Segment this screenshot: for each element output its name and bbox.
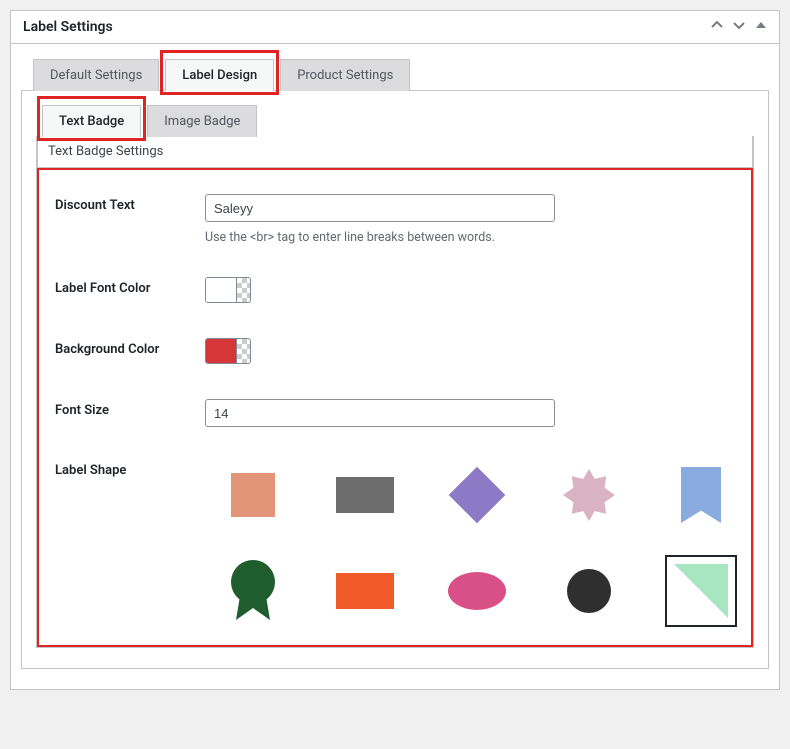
panel-controls <box>711 19 767 35</box>
settings-area: Discount Text Use the <br> tag to enter … <box>37 168 753 647</box>
panel-title: Label Settings <box>23 19 113 35</box>
tab-product-settings[interactable]: Product Settings <box>280 59 410 91</box>
discount-text-helper: Use the <br> tag to enter line breaks be… <box>205 230 735 245</box>
panel-body: Default Settings Label Design Product Se… <box>11 44 779 689</box>
section-title: Text Badge Settings <box>37 136 753 168</box>
background-color-swatch <box>206 339 236 363</box>
shape-circle[interactable] <box>559 561 619 621</box>
font-size-label: Font Size <box>55 399 205 418</box>
label-shape-label: Label Shape <box>55 459 205 478</box>
shape-grid <box>205 459 735 621</box>
row-label-shape: Label Shape <box>55 453 735 621</box>
label-font-color-label: Label Font Color <box>55 277 205 296</box>
discount-text-input[interactable] <box>205 194 555 222</box>
subtab-image-badge[interactable]: Image Badge <box>147 105 257 137</box>
alpha-icon <box>236 278 250 302</box>
sub-tab-row: Text Badge Image Badge <box>42 105 754 137</box>
shape-award-seal[interactable] <box>223 561 283 621</box>
top-tab-row: Default Settings Label Design Product Se… <box>33 59 769 91</box>
row-label-font-color: Label Font Color <box>55 271 735 306</box>
row-discount-text: Discount Text Use the <br> tag to enter … <box>55 188 735 245</box>
label-discount-text: Discount Text <box>55 194 205 213</box>
background-color-label: Background Color <box>55 338 205 357</box>
shape-starburst[interactable] <box>559 465 619 525</box>
shape-rectangle-2[interactable] <box>335 561 395 621</box>
shape-bookmark[interactable] <box>671 465 731 525</box>
shape-diamond[interactable] <box>447 465 507 525</box>
text-badge-frame: Text Badge Settings Discount Text Use th… <box>36 136 754 648</box>
panel-header: Label Settings <box>11 11 779 44</box>
shape-rectangle[interactable] <box>335 465 395 525</box>
label-settings-panel: Label Settings Default Settings Label De… <box>10 10 780 690</box>
subtab-text-badge[interactable]: Text Badge <box>42 105 141 137</box>
row-background-color: Background Color <box>55 332 735 367</box>
background-color-picker[interactable] <box>205 338 251 364</box>
tab-default-settings[interactable]: Default Settings <box>33 59 159 91</box>
shape-ellipse[interactable] <box>447 561 507 621</box>
font-color-swatch <box>206 278 236 302</box>
expand-down-icon[interactable] <box>733 19 745 35</box>
font-size-input[interactable] <box>205 399 555 427</box>
font-color-picker[interactable] <box>205 277 251 303</box>
subtab-text-badge-label: Text Badge <box>59 114 124 129</box>
collapse-up-icon[interactable] <box>711 19 723 35</box>
tab-label-design[interactable]: Label Design <box>165 59 274 91</box>
toggle-icon[interactable] <box>755 19 767 35</box>
tab-label-design-label: Label Design <box>182 68 257 83</box>
shape-square[interactable] <box>223 465 283 525</box>
shape-triangle[interactable] <box>671 561 731 621</box>
label-design-frame: Text Badge Image Badge Text Badge Settin… <box>21 90 769 669</box>
row-font-size: Font Size <box>55 393 735 427</box>
alpha-icon <box>236 339 250 363</box>
